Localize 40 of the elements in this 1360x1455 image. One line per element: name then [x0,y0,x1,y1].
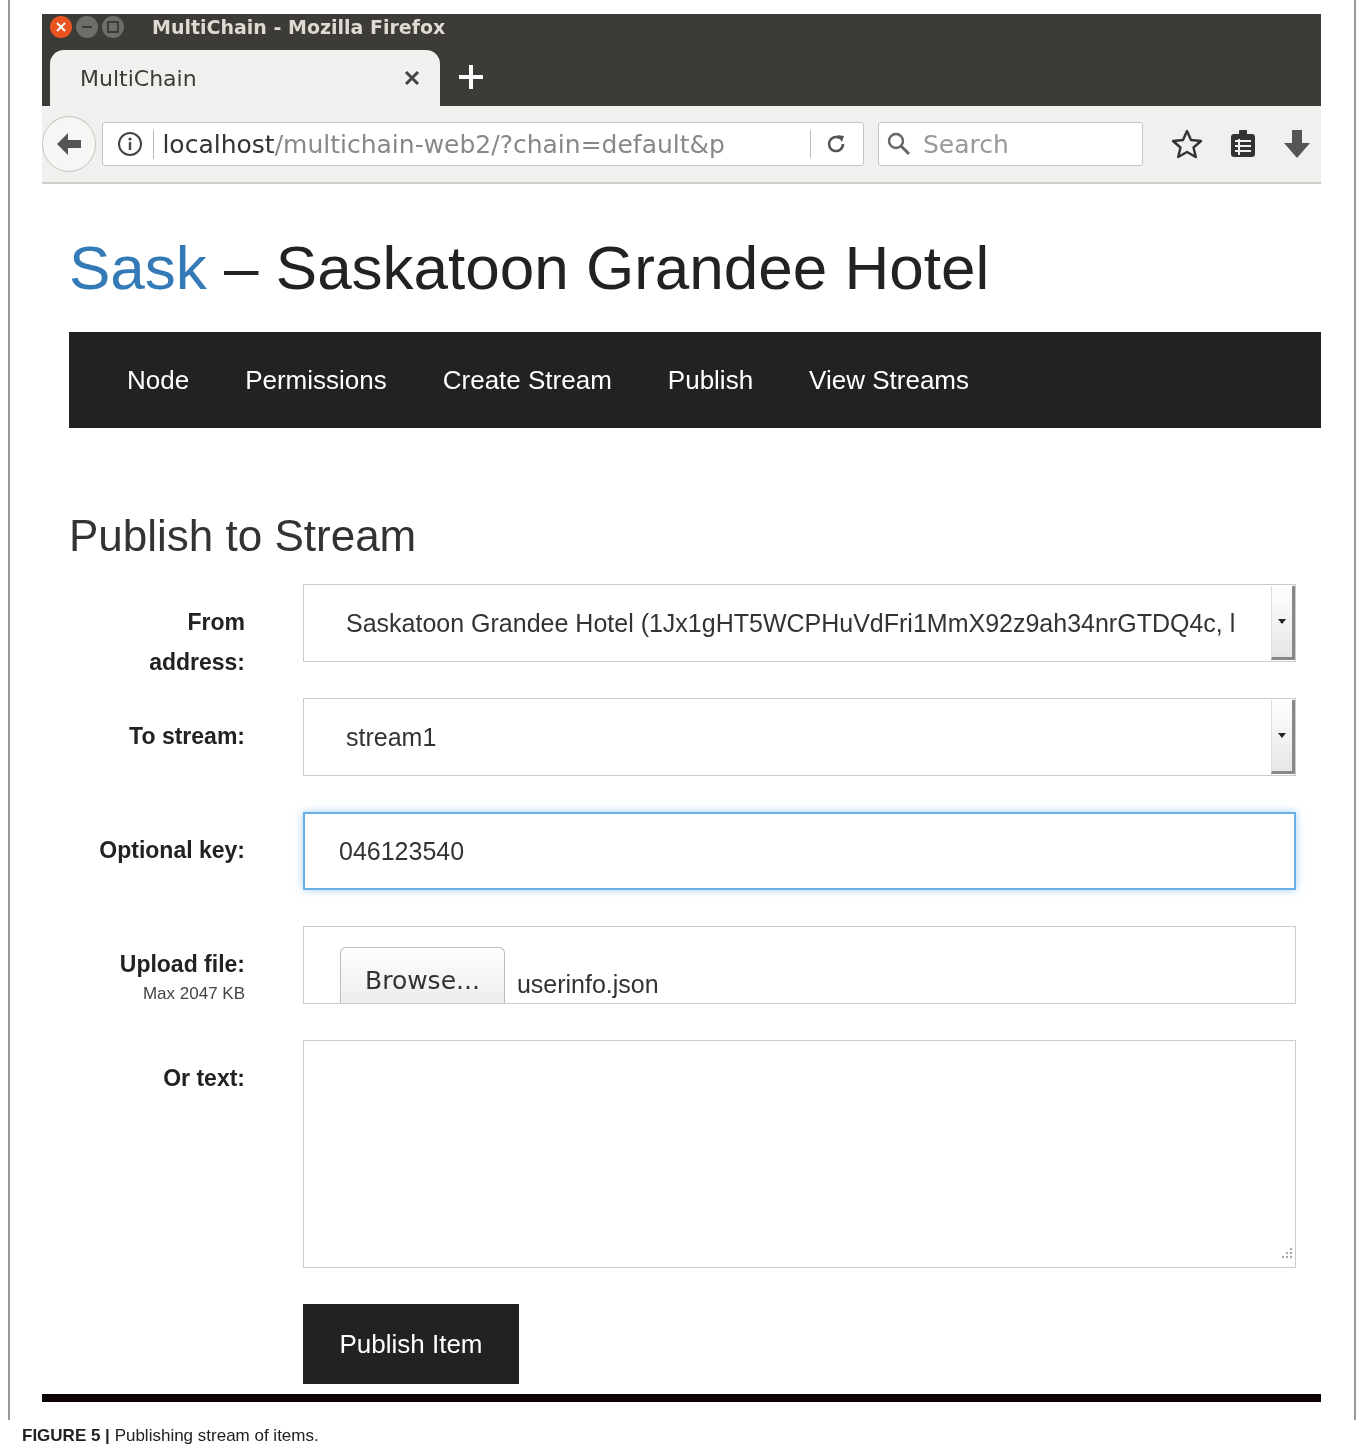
back-button[interactable] [42,116,97,172]
select-field[interactable]: Saskatoon Grandee Hotel (1Jx1gHT5WCPHuVdFri1MmX92z9ah34nrGTDQ4c, l [303,584,1296,662]
bookmark-star-icon[interactable] [1171,129,1203,159]
site-title: Sask – Saskatoon Grandee Hotel [69,232,991,304]
close-window-icon[interactable] [50,16,72,38]
search-icon [886,131,912,157]
size-limit-note: Max 2047 KB [142,984,245,1004]
resize-grip-icon[interactable] [1279,1245,1293,1259]
download-icon[interactable] [1283,129,1311,159]
field-label: Optional key: [99,836,245,865]
file-name: userinfo.json [516,970,659,1000]
url-text: localhost/multichain-web2/?chain=default&p [153,129,810,159]
clipboard-list-icon[interactable] [1229,129,1257,159]
select-field[interactable]: stream1 [303,698,1296,776]
nav-link[interactable]: Node [127,364,190,396]
figure-caption: FIGURE 5 | Publishing stream of items. [22,1426,319,1445]
browser-tab[interactable]: MultiChain [50,50,440,106]
address-field[interactable]: localhost/multichain-web2/?chain=default&p [102,122,864,166]
field-label: To stream: [129,722,245,751]
field-label: Upload file: [119,950,245,979]
new-tab-icon[interactable] [458,64,484,90]
search-field[interactable]: Search [878,122,1143,166]
reload-icon[interactable] [825,133,847,155]
back-arrow-icon [55,131,84,157]
nav-link[interactable]: Create Stream [442,364,612,396]
page-heading: Publish to Stream [69,510,418,562]
browse-button[interactable]: Browse... [340,947,505,1003]
field-label: From address: [148,608,245,677]
window-title: MultiChain - Mozilla Firefox [152,16,446,38]
nav-link[interactable]: Permissions [245,364,387,396]
publish-item-button[interactable]: Publish Item [303,1304,519,1384]
info-icon[interactable] [117,131,144,157]
key-input-field[interactable]: 046123540 [303,812,1296,890]
caret-icon [1278,733,1286,738]
close-tab-icon[interactable] [404,70,420,86]
tab-label: MultiChain [80,65,197,91]
nav-link[interactable]: Publish [667,364,754,396]
caret-icon [1278,619,1286,624]
field-label: Or text: [163,1064,245,1093]
nav-link[interactable]: View Streams [809,364,970,396]
